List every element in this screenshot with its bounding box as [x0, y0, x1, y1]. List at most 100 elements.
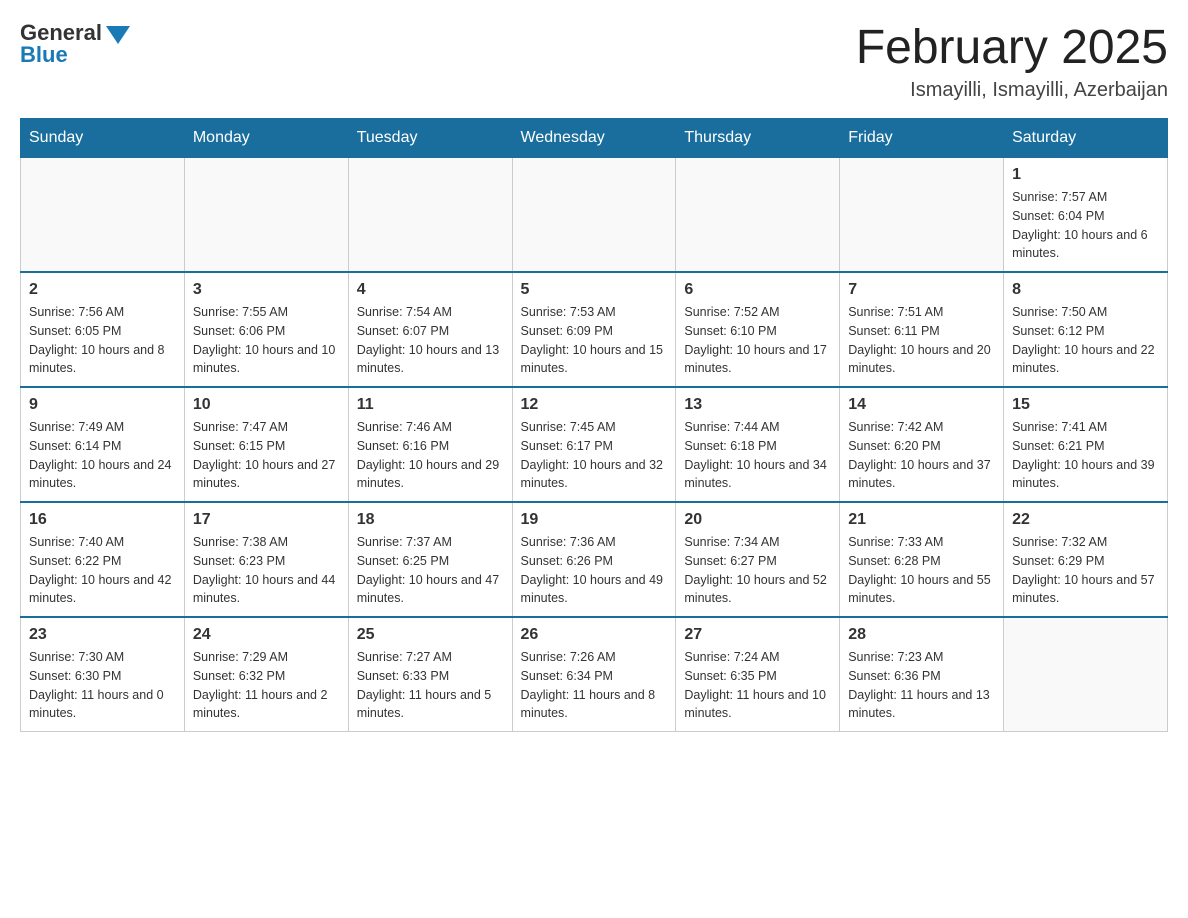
calendar-day-cell: 5 Sunrise: 7:53 AMSunset: 6:09 PMDaylight… [512, 272, 676, 387]
day-info: Sunrise: 7:46 AMSunset: 6:16 PMDaylight:… [357, 418, 504, 493]
day-header-thursday: Thursday [676, 119, 840, 158]
day-info: Sunrise: 7:44 AMSunset: 6:18 PMDaylight:… [684, 418, 831, 493]
calendar-day-cell [348, 158, 512, 273]
calendar-day-cell: 25 Sunrise: 7:27 AMSunset: 6:33 PMDayligh… [348, 617, 512, 732]
day-number: 2 [29, 281, 176, 299]
calendar-title: February 2025 [856, 20, 1168, 75]
day-header-saturday: Saturday [1004, 119, 1168, 158]
day-number: 11 [357, 396, 504, 414]
day-number: 1 [1012, 166, 1159, 184]
calendar-day-cell: 4Sunrise: 7:54 AMSunset: 6:07 PMDaylight… [348, 272, 512, 387]
day-number: 4 [357, 281, 504, 299]
day-info: Sunrise: 7:34 AMSunset: 6:27 PMDaylight:… [684, 533, 831, 608]
day-number: 24 [193, 626, 340, 644]
calendar-week-row: 16 Sunrise: 7:40 AMSunset: 6:22 PMDayligh… [21, 502, 1168, 617]
day-number: 27 [684, 626, 831, 644]
day-header-tuesday: Tuesday [348, 119, 512, 158]
calendar-day-cell [512, 158, 676, 273]
day-info: Sunrise: 7:26 AMSunset: 6:34 PMDaylight:… [521, 648, 668, 723]
logo-blue-text: Blue [20, 42, 68, 68]
calendar-day-cell: 9Sunrise: 7:49 AMSunset: 6:14 PMDaylight… [21, 387, 185, 502]
day-number: 13 [684, 396, 831, 414]
day-number: 10 [193, 396, 340, 414]
calendar-header-row: SundayMondayTuesdayWednesdayThursdayFrid… [21, 119, 1168, 158]
day-header-monday: Monday [184, 119, 348, 158]
day-number: 20 [684, 511, 831, 529]
day-header-sunday: Sunday [21, 119, 185, 158]
calendar-day-cell: 27 Sunrise: 7:24 AMSunset: 6:35 PMDayligh… [676, 617, 840, 732]
calendar-day-cell: 8 Sunrise: 7:50 AMSunset: 6:12 PMDaylight… [1004, 272, 1168, 387]
day-info: Sunrise: 7:36 AMSunset: 6:26 PMDaylight:… [521, 533, 668, 608]
day-number: 28 [848, 626, 995, 644]
day-info: Sunrise: 7:57 AMSunset: 6:04 PMDaylight:… [1012, 188, 1159, 263]
day-number: 8 [1012, 281, 1159, 299]
calendar-day-cell: 2 Sunrise: 7:56 AMSunset: 6:05 PMDaylight… [21, 272, 185, 387]
logo: General Blue [20, 20, 130, 68]
calendar-day-cell: 7 Sunrise: 7:51 AMSunset: 6:11 PMDaylight… [840, 272, 1004, 387]
day-number: 9 [29, 396, 176, 414]
logo-arrow-icon [106, 26, 130, 44]
day-info: Sunrise: 7:33 AMSunset: 6:28 PMDaylight:… [848, 533, 995, 608]
day-info: Sunrise: 7:38 AMSunset: 6:23 PMDaylight:… [193, 533, 340, 608]
calendar-day-cell: 21 Sunrise: 7:33 AMSunset: 6:28 PMDayligh… [840, 502, 1004, 617]
calendar-subtitle: Ismayilli, Ismayilli, Azerbaijan [856, 79, 1168, 102]
calendar-week-row: 23 Sunrise: 7:30 AMSunset: 6:30 PMDayligh… [21, 617, 1168, 732]
day-number: 25 [357, 626, 504, 644]
title-section: February 2025 Ismayilli, Ismayilli, Azer… [856, 20, 1168, 102]
page-header: General Blue February 2025 Ismayilli, Is… [20, 20, 1168, 102]
calendar-day-cell: 26 Sunrise: 7:26 AMSunset: 6:34 PMDayligh… [512, 617, 676, 732]
day-info: Sunrise: 7:42 AMSunset: 6:20 PMDaylight:… [848, 418, 995, 493]
day-info: Sunrise: 7:51 AMSunset: 6:11 PMDaylight:… [848, 303, 995, 378]
day-number: 21 [848, 511, 995, 529]
day-info: Sunrise: 7:40 AMSunset: 6:22 PMDaylight:… [29, 533, 176, 608]
calendar-day-cell: 16 Sunrise: 7:40 AMSunset: 6:22 PMDayligh… [21, 502, 185, 617]
calendar-week-row: 1 Sunrise: 7:57 AMSunset: 6:04 PMDaylight… [21, 158, 1168, 273]
day-number: 23 [29, 626, 176, 644]
calendar-day-cell: 18 Sunrise: 7:37 AMSunset: 6:25 PMDayligh… [348, 502, 512, 617]
day-info: Sunrise: 7:30 AMSunset: 6:30 PMDaylight:… [29, 648, 176, 723]
calendar-day-cell: 3Sunrise: 7:55 AMSunset: 6:06 PMDaylight… [184, 272, 348, 387]
day-info: Sunrise: 7:32 AMSunset: 6:29 PMDaylight:… [1012, 533, 1159, 608]
calendar-day-cell [676, 158, 840, 273]
calendar-week-row: 2 Sunrise: 7:56 AMSunset: 6:05 PMDaylight… [21, 272, 1168, 387]
calendar-day-cell: 19 Sunrise: 7:36 AMSunset: 6:26 PMDayligh… [512, 502, 676, 617]
day-info: Sunrise: 7:55 AMSunset: 6:06 PMDaylight:… [193, 303, 340, 378]
day-info: Sunrise: 7:47 AMSunset: 6:15 PMDaylight:… [193, 418, 340, 493]
day-info: Sunrise: 7:53 AMSunset: 6:09 PMDaylight:… [521, 303, 668, 378]
calendar-table: SundayMondayTuesdayWednesdayThursdayFrid… [20, 118, 1168, 732]
day-number: 26 [521, 626, 668, 644]
day-number: 22 [1012, 511, 1159, 529]
calendar-day-cell: 17 Sunrise: 7:38 AMSunset: 6:23 PMDayligh… [184, 502, 348, 617]
day-number: 15 [1012, 396, 1159, 414]
day-number: 17 [193, 511, 340, 529]
calendar-day-cell: 11 Sunrise: 7:46 AMSunset: 6:16 PMDayligh… [348, 387, 512, 502]
calendar-day-cell [840, 158, 1004, 273]
day-info: Sunrise: 7:29 AMSunset: 6:32 PMDaylight:… [193, 648, 340, 723]
calendar-day-cell: 13 Sunrise: 7:44 AMSunset: 6:18 PMDayligh… [676, 387, 840, 502]
day-number: 19 [521, 511, 668, 529]
calendar-day-cell: 28 Sunrise: 7:23 AMSunset: 6:36 PMDayligh… [840, 617, 1004, 732]
calendar-day-cell: 10 Sunrise: 7:47 AMSunset: 6:15 PMDayligh… [184, 387, 348, 502]
day-number: 5 [521, 281, 668, 299]
day-info: Sunrise: 7:24 AMSunset: 6:35 PMDaylight:… [684, 648, 831, 723]
calendar-day-cell: 22 Sunrise: 7:32 AMSunset: 6:29 PMDayligh… [1004, 502, 1168, 617]
day-info: Sunrise: 7:50 AMSunset: 6:12 PMDaylight:… [1012, 303, 1159, 378]
calendar-day-cell: 24 Sunrise: 7:29 AMSunset: 6:32 PMDayligh… [184, 617, 348, 732]
day-info: Sunrise: 7:37 AMSunset: 6:25 PMDaylight:… [357, 533, 504, 608]
day-info: Sunrise: 7:27 AMSunset: 6:33 PMDaylight:… [357, 648, 504, 723]
calendar-day-cell: 12Sunrise: 7:45 AMSunset: 6:17 PMDayligh… [512, 387, 676, 502]
day-info: Sunrise: 7:45 AMSunset: 6:17 PMDaylight:… [521, 418, 668, 493]
calendar-day-cell: 20 Sunrise: 7:34 AMSunset: 6:27 PMDayligh… [676, 502, 840, 617]
day-info: Sunrise: 7:56 AMSunset: 6:05 PMDaylight:… [29, 303, 176, 378]
calendar-day-cell [21, 158, 185, 273]
day-header-wednesday: Wednesday [512, 119, 676, 158]
calendar-day-cell: 1 Sunrise: 7:57 AMSunset: 6:04 PMDaylight… [1004, 158, 1168, 273]
day-number: 6 [684, 281, 831, 299]
day-number: 16 [29, 511, 176, 529]
calendar-day-cell: 14Sunrise: 7:42 AMSunset: 6:20 PMDayligh… [840, 387, 1004, 502]
day-info: Sunrise: 7:41 AMSunset: 6:21 PMDaylight:… [1012, 418, 1159, 493]
calendar-day-cell: 6Sunrise: 7:52 AMSunset: 6:10 PMDaylight… [676, 272, 840, 387]
day-number: 18 [357, 511, 504, 529]
day-number: 7 [848, 281, 995, 299]
day-info: Sunrise: 7:23 AMSunset: 6:36 PMDaylight:… [848, 648, 995, 723]
